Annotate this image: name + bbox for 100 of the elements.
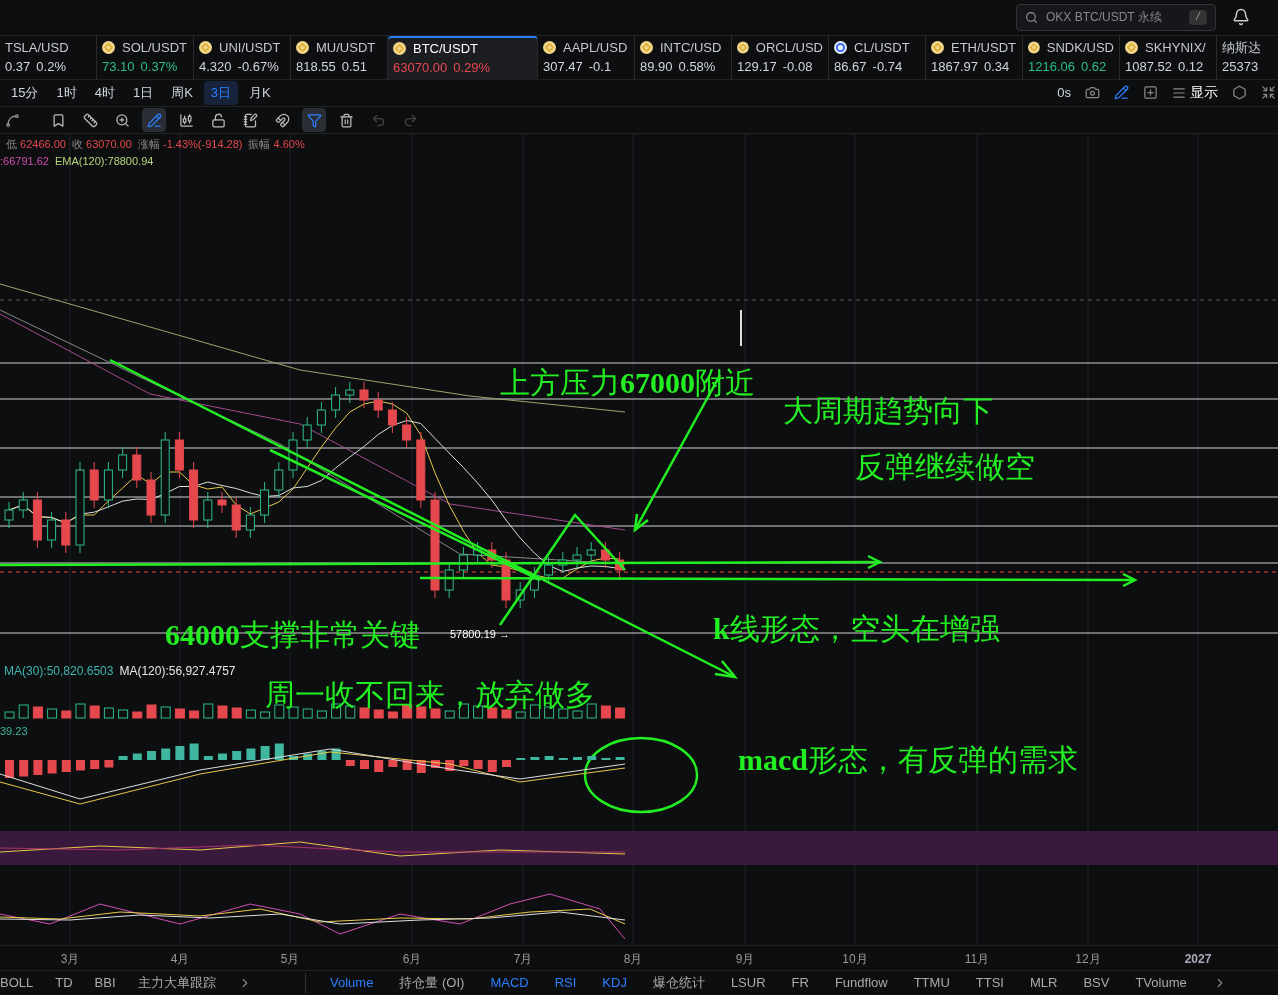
timeframe-tab[interactable]: 周K: [164, 81, 200, 105]
ticker-price: 818.55: [296, 58, 336, 77]
ticker-price: 1216.06: [1028, 58, 1075, 77]
axis-label: 12月: [1075, 951, 1101, 969]
notification-bell-icon[interactable]: [1232, 8, 1250, 27]
ticker-change: -0.1: [588, 58, 612, 77]
ticker-tab[interactable]: TSLA/USD 0.37 0.2%: [0, 35, 97, 79]
ohlc-value: 收 63070.00: [71, 137, 132, 153]
axis-label: 8月: [623, 951, 643, 969]
indicator-tab[interactable]: MACD: [490, 973, 529, 993]
pencil-icon[interactable]: [1114, 85, 1129, 101]
filter-tool-icon[interactable]: [302, 108, 326, 133]
ticker-tab[interactable]: BTC/USDT 63070.00 0.29%: [388, 35, 538, 79]
ticker-price: 0.37: [5, 58, 31, 77]
text-cursor-icon: [740, 309, 742, 348]
ticker-symbol: INTC/USD: [660, 38, 722, 57]
indicator-tab[interactable]: FR: [791, 973, 809, 993]
display-button[interactable]: 显示: [1172, 82, 1218, 104]
indicator-tab[interactable]: 主力大单跟踪: [137, 973, 216, 993]
chart-annotation: 周一收不回来，放弃做多: [265, 680, 595, 711]
indicator-tab[interactable]: TTSI: [975, 973, 1004, 993]
axis-label: 5月: [280, 951, 300, 969]
shrink-icon[interactable]: [1261, 85, 1276, 101]
indicator-tab[interactable]: 持仓量 (OI): [399, 973, 465, 993]
timeframe-tab[interactable]: 4时: [87, 81, 122, 105]
ticker-symbol: SNDK/USD: [1046, 38, 1114, 57]
indicator-tab[interactable]: TTMU: [913, 973, 950, 993]
timeframe-tab[interactable]: 3日: [203, 81, 239, 105]
indicator-tab[interactable]: RSI: [554, 973, 577, 993]
search-input[interactable]: OKX BTC/USDT 永续: [1046, 8, 1181, 27]
ticker-price: 63070.00: [393, 59, 448, 78]
ticker-change: 0.51: [341, 58, 368, 77]
coin-icon: [296, 40, 309, 54]
indicator-tab[interactable]: Fundflow: [834, 973, 888, 993]
macd-value: 39.23: [0, 724, 28, 740]
refresh-interval[interactable]: 0s: [1057, 83, 1071, 103]
ticker-price: 86.67: [834, 58, 867, 77]
axis-label: 4月: [170, 951, 190, 969]
settings-icon[interactable]: [1232, 85, 1247, 101]
ema-value: :66791.62: [0, 154, 49, 170]
ticker-tab[interactable]: CL/USDT 86.67 -0.74: [829, 35, 926, 79]
ticker-price: 73.10: [102, 58, 135, 77]
ticker-symbol: ORCL/USD: [755, 38, 823, 57]
ticker-price: 89.90: [640, 58, 673, 77]
ticker-symbol: CL/USDT: [854, 38, 910, 57]
coin-icon: [543, 40, 556, 54]
indicator-tab[interactable]: BBI: [94, 973, 116, 993]
axis-label: 2027: [1184, 951, 1212, 969]
camera-icon[interactable]: [1085, 85, 1100, 101]
ticker-price: 307.47: [543, 58, 583, 77]
ticker-change: 0.2%: [36, 58, 66, 77]
chart-annotation: 64000支撑非常关键: [165, 620, 420, 651]
ticker-price: 129.17: [737, 58, 777, 77]
search-field[interactable]: OKX BTC/USDT 永续 /: [1016, 3, 1216, 31]
axis-label: 3月: [60, 951, 80, 969]
timeframe-tab[interactable]: 15分: [4, 81, 46, 105]
ohlc-value: 低 62466.00: [6, 137, 66, 153]
ticker-tab[interactable]: ETH/USDT 1867.97 0.34: [926, 35, 1023, 79]
low-price-label: 57800.19 →: [450, 627, 510, 643]
ohlc-value: 振幅 4.60%: [248, 137, 305, 153]
timeframe-tab[interactable]: 1时: [49, 81, 84, 105]
ticker-symbol: SOL/USDT: [122, 38, 187, 57]
indicator-tab[interactable]: TVolume: [1135, 973, 1187, 993]
coin-icon: [931, 40, 944, 54]
ticker-price: 25373: [1222, 58, 1259, 77]
timeframe-tab[interactable]: 月K: [242, 81, 278, 105]
ohlc-value: 涨幅 -1.43%(-914.28): [137, 137, 243, 153]
search-icon: [1025, 10, 1038, 24]
ticker-symbol: TSLA/USD: [5, 38, 69, 57]
indicator-tab[interactable]: KDJ: [602, 973, 627, 993]
coin-icon: [640, 40, 653, 54]
chart-annotation: 大周期趋势向下: [783, 396, 993, 427]
ticker-tab[interactable]: AAPL/USD 307.47 -0.1: [538, 35, 635, 79]
ticker-tab[interactable]: SKHYNIX/ 1087.52 0.12: [1120, 35, 1217, 79]
indicator-tab[interactable]: Volume: [330, 973, 374, 993]
ticker-tab[interactable]: ORCL/USD 129.17 -0.08: [732, 35, 829, 79]
pen-tool-icon[interactable]: [142, 108, 166, 133]
ticker-change: 0.34: [984, 58, 1010, 77]
ticker-price: 4.320: [199, 58, 232, 77]
indicator-tab[interactable]: 爆仓统计: [652, 973, 705, 993]
axis-label: 11月: [964, 951, 990, 969]
indicator-tab[interactable]: TD: [55, 973, 73, 993]
ticker-symbol: SKHYNIX/: [1145, 38, 1206, 57]
ticker-tab[interactable]: INTC/USD 89.90 0.58%: [635, 35, 732, 79]
ticker-tab[interactable]: SNDK/USD 1216.06 0.62: [1023, 35, 1120, 79]
ticker-change: -0.67%: [237, 58, 279, 77]
coin-icon: [1125, 40, 1138, 54]
indicator-tab[interactable]: MLR: [1029, 973, 1058, 993]
indicator-tab[interactable]: BSV: [1083, 973, 1110, 993]
chart-annotation: 反弹继续做空: [855, 452, 1035, 483]
timeframe-tab[interactable]: 1日: [125, 81, 161, 105]
ticker-symbol: BTC/USDT: [413, 39, 478, 58]
indicator-tab[interactable]: BOLL: [0, 973, 34, 993]
ticker-tab[interactable]: 纳斯达 25373: [1217, 35, 1278, 79]
square-plus-icon[interactable]: [1143, 85, 1158, 101]
ticker-tab[interactable]: UNI/USDT 4.320 -0.67%: [194, 35, 291, 79]
ticker-tab[interactable]: SOL/USDT 73.10 0.37%: [97, 35, 194, 79]
ticker-symbol: AAPL/USD: [563, 38, 628, 57]
indicator-tab[interactable]: LSUR: [730, 973, 766, 993]
coin-icon: [834, 40, 847, 54]
